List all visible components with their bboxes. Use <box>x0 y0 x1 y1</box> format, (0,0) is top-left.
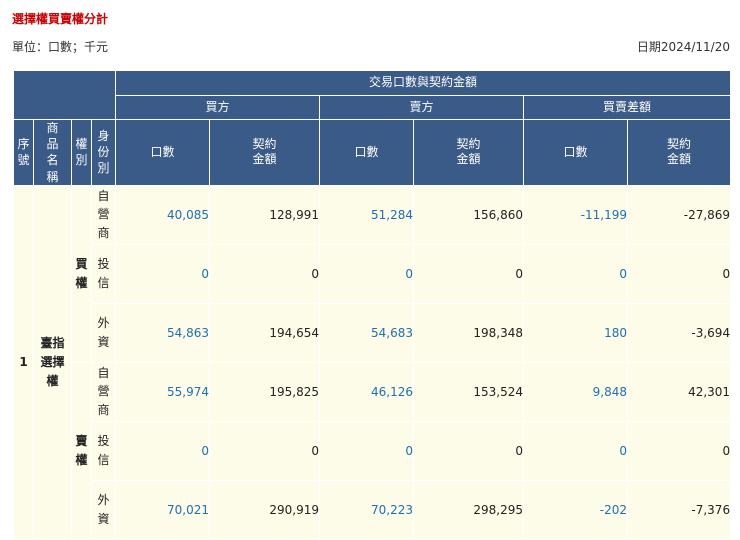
options-table: 交易口數與契約金額 買方 賣方 買賣差額 序號 商品名稱 權別 身份別 口數 契… <box>13 70 732 540</box>
buy-lots-link[interactable]: 0 <box>115 243 210 304</box>
sell-lots-link[interactable]: 46,126 <box>319 361 414 422</box>
buy-amount: 194,654 <box>209 302 320 363</box>
buy-amount: 128,991 <box>209 184 320 245</box>
buy-lots-link[interactable]: 70,021 <box>115 479 210 540</box>
sell-lots-link[interactable]: 0 <box>319 243 414 304</box>
header-right: 權別 <box>71 119 92 186</box>
sell-lots-link[interactable]: 51,284 <box>319 184 414 245</box>
diff-lots-link[interactable]: 9,848 <box>523 361 628 422</box>
right-type: 買權 <box>71 184 92 363</box>
sell-amount: 0 <box>413 243 524 304</box>
buy-amount: 290,919 <box>209 479 320 540</box>
header-seq: 序號 <box>13 119 34 186</box>
header-diff-amount: 契約 金額 <box>626 119 732 186</box>
sell-amount: 298,295 <box>413 479 524 540</box>
identity-cell: 投信 <box>91 243 116 304</box>
sell-amount: 198,348 <box>413 302 524 363</box>
buy-amount: 195,825 <box>209 361 320 422</box>
right-type: 賣權 <box>71 361 92 540</box>
buy-lots-link[interactable]: 40,085 <box>115 184 210 245</box>
buy-lots-link[interactable]: 55,974 <box>115 361 210 422</box>
identity-cell: 投信 <box>91 420 116 481</box>
date-label: 日期2024/11/20 <box>636 40 730 54</box>
table-row: 1 臺指 選擇權買權自營商 40,085 128,991 51,284 156,860 -11… <box>13 184 732 540</box>
sell-lots-link[interactable]: 70,223 <box>319 479 414 540</box>
header-sell-amount: 契約 金額 <box>413 119 524 186</box>
diff-lots-link[interactable]: 180 <box>523 302 628 363</box>
diff-amount: -7,376 <box>626 479 732 540</box>
diff-lots-link[interactable]: 0 <box>523 420 628 481</box>
header-sell-lots: 口數 <box>319 119 414 186</box>
buy-amount: 0 <box>209 420 320 481</box>
identity-cell: 自營商 <box>91 184 116 245</box>
header-diff-lots: 口數 <box>523 119 628 186</box>
table-row: 外資 54,863 194,654 54,683 198,348 180 -3,694 <box>14 302 732 363</box>
page-title: 選擇權買賣權分計 <box>12 12 109 26</box>
header-identity: 身份別 <box>91 119 116 186</box>
diff-lots-link[interactable]: -202 <box>523 479 628 540</box>
diff-amount: 0 <box>626 420 732 481</box>
identity-cell: 外資 <box>91 302 116 363</box>
header-buy: 買方 <box>115 95 320 120</box>
header-corner <box>13 70 116 120</box>
buy-lots-link[interactable]: 0 <box>115 420 210 481</box>
sell-amount: 156,860 <box>413 184 524 245</box>
buy-lots-link[interactable]: 54,863 <box>115 302 210 363</box>
table-row: 投信000000 <box>14 243 732 304</box>
header-diff: 買賣差額 <box>522 95 732 120</box>
identity-cell: 自營商 <box>91 361 116 422</box>
table-row: 賣權自營商 55,974 195,825 46,126 153,524 9,848 42,3… <box>14 361 732 540</box>
sell-amount: 153,524 <box>413 361 524 422</box>
identity-cell: 外資 <box>91 479 116 540</box>
table-row: 外資 70,021 290,919 70,223 298,295 -202 -7,376 <box>14 479 732 540</box>
buy-amount: 0 <box>209 243 320 304</box>
product-name: 臺指 選擇權 <box>33 184 72 540</box>
table-row: 投信000000 <box>14 420 732 481</box>
diff-amount: -3,694 <box>626 302 732 363</box>
seq-cell: 1 <box>13 184 34 540</box>
diff-amount: -27,869 <box>626 184 732 245</box>
header-product: 商品名稱 <box>33 119 72 186</box>
diff-amount: 0 <box>626 243 732 304</box>
header-buy-lots: 口數 <box>115 119 210 186</box>
sell-lots-link[interactable]: 54,683 <box>319 302 414 363</box>
header-group: 交易口數與契約金額 <box>114 70 732 96</box>
header-sell: 賣方 <box>319 95 524 120</box>
sell-lots-link[interactable]: 0 <box>319 420 414 481</box>
diff-amount: 42,301 <box>626 361 732 422</box>
diff-lots-link[interactable]: 0 <box>523 243 628 304</box>
unit-label: 單位：口數；千元 <box>12 40 109 54</box>
diff-lots-link[interactable]: -11,199 <box>523 184 628 245</box>
header-buy-amount: 契約 金額 <box>209 119 320 186</box>
sell-amount: 0 <box>413 420 524 481</box>
